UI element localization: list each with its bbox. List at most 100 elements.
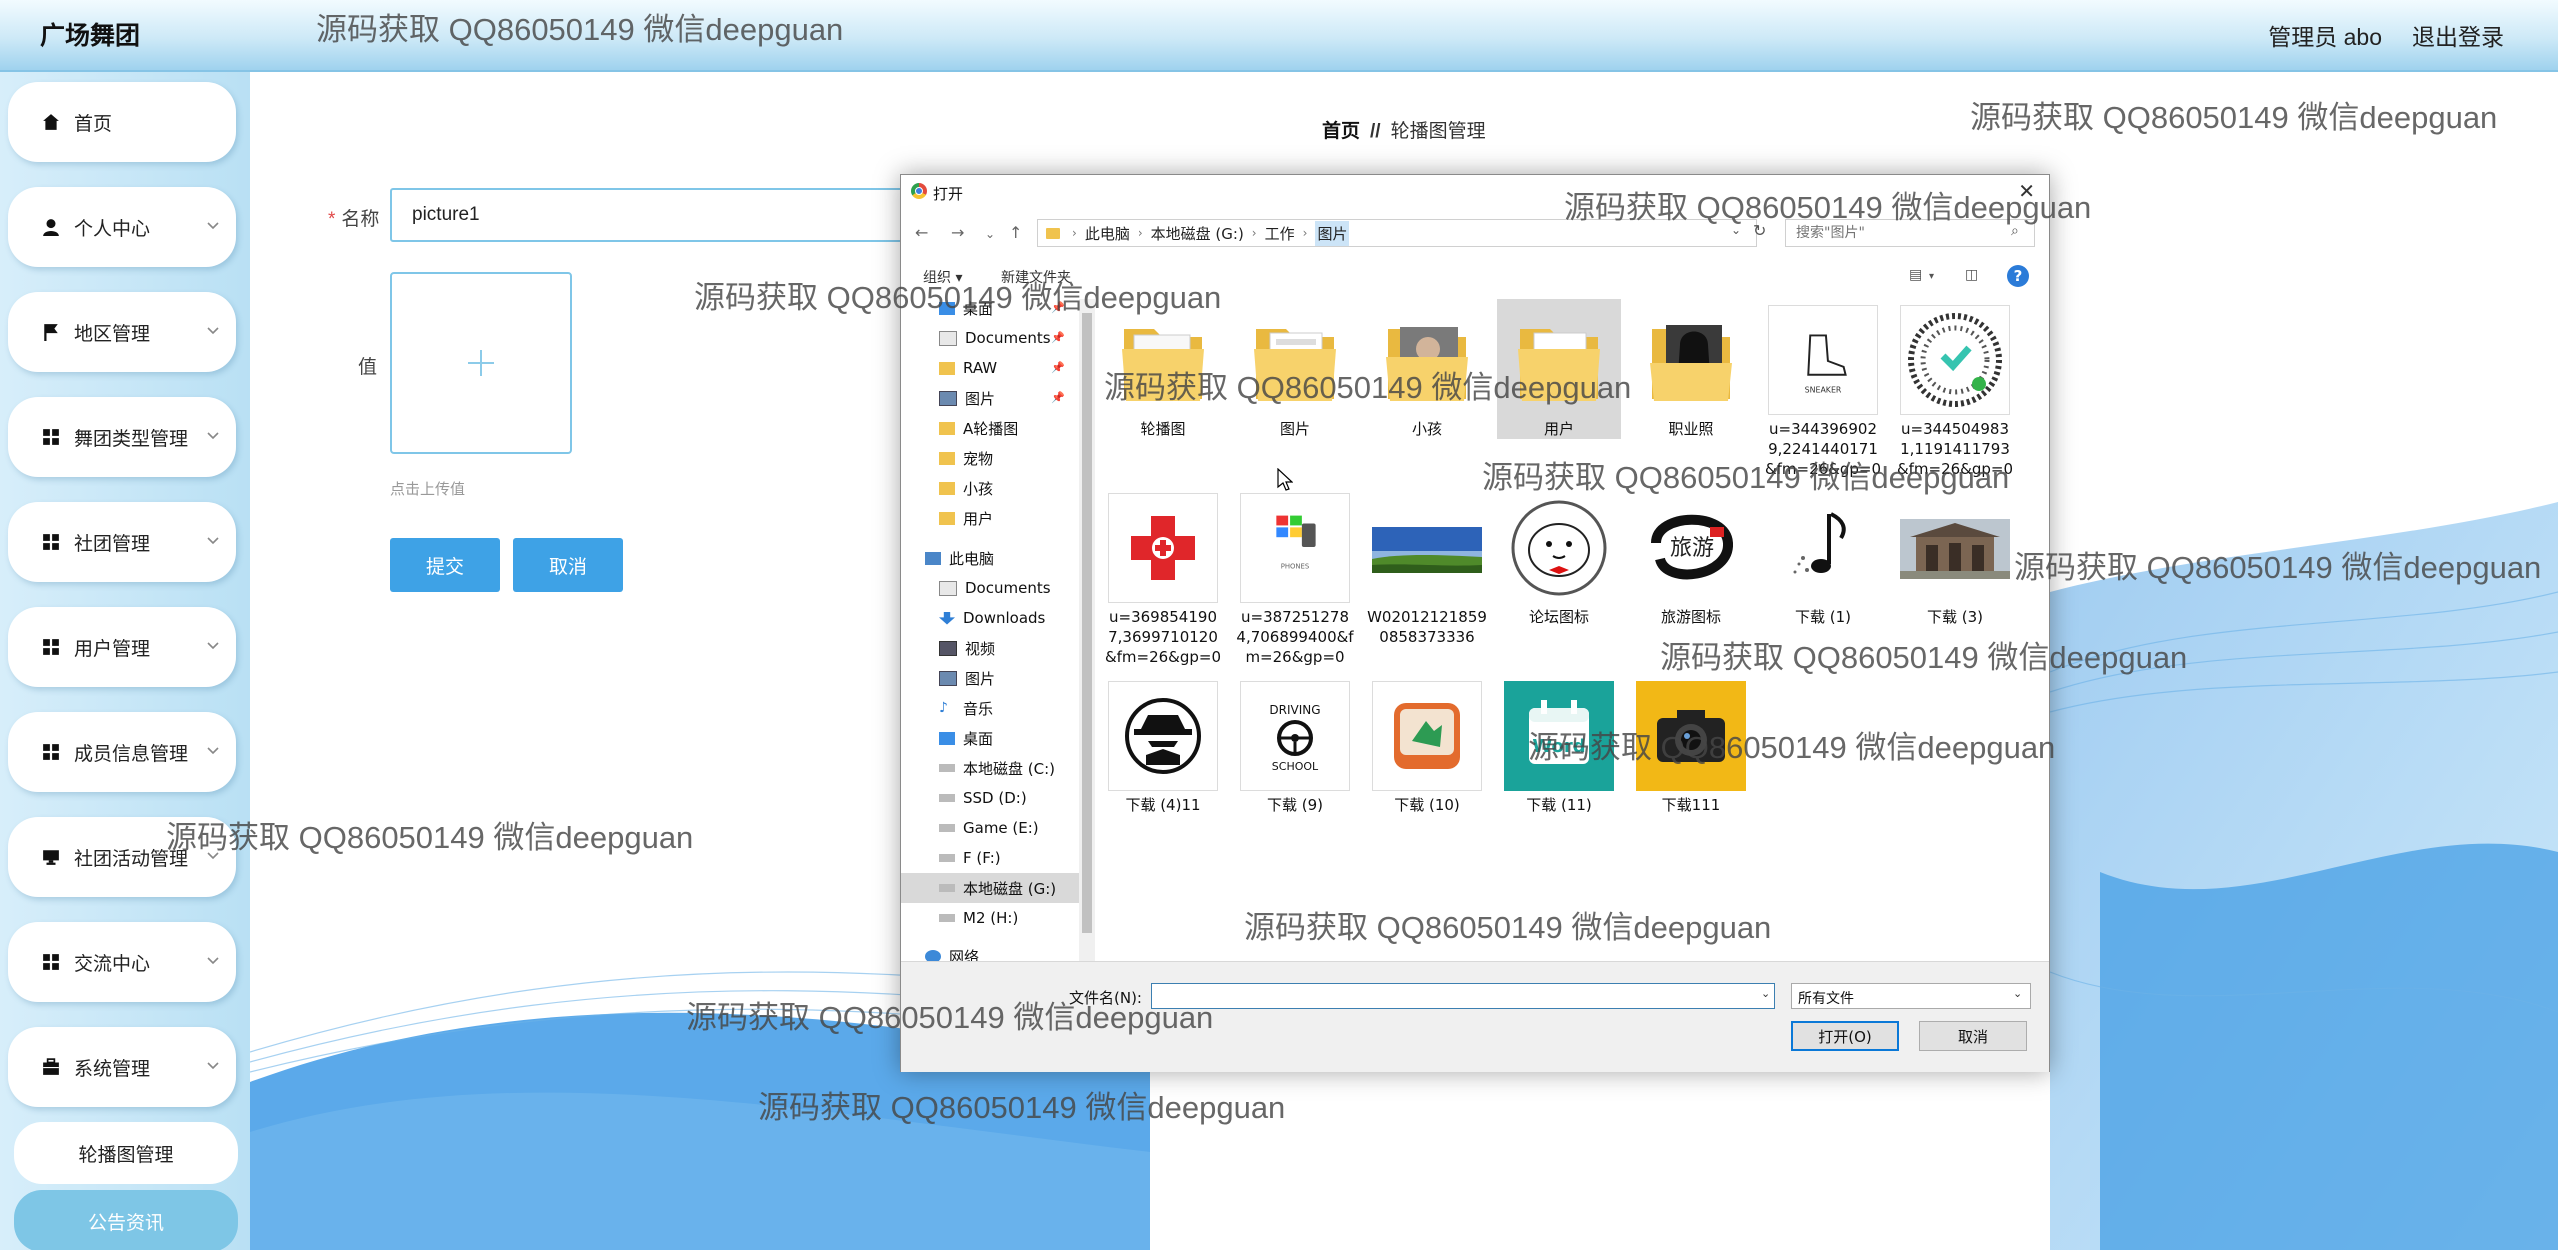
recent-locations-icon[interactable]: ⌄ <box>985 227 995 241</box>
help-icon[interactable]: ? <box>2007 265 2029 287</box>
music-icon: ♪ <box>939 699 948 716</box>
logout-link[interactable]: 退出登录 <box>2412 18 2504 52</box>
sidebar-subitem-announcements[interactable]: 公告资讯 <box>14 1190 238 1250</box>
nav-item-music[interactable]: ♪ 音乐 <box>901 693 1081 723</box>
word-text: Word <box>1532 736 1585 757</box>
file-item[interactable]: 下载111 <box>1629 675 1753 815</box>
back-arrow-icon[interactable]: ← <box>915 223 928 242</box>
sidebar-item-forum[interactable]: 交流中心 <box>8 922 236 1002</box>
nav-item-drive-d[interactable]: SSD (D:) <box>901 783 1081 813</box>
file-name: u=3445049831,1191411793&fm=26&gp=0 <box>1896 420 2014 478</box>
dialog-title: 打开 <box>933 185 964 203</box>
address-bar[interactable]: › 此电脑 › 本地磁盘 (G:) › 工作 › 图片 <box>1037 219 1757 247</box>
spy-image <box>1108 681 1218 791</box>
file-item[interactable]: 小孩 <box>1365 299 1489 439</box>
address-crumb[interactable]: 工作 <box>1265 223 1295 244</box>
sidebar-item-system[interactable]: 系统管理 <box>8 1027 236 1107</box>
chevron-down-icon[interactable]: ⌄ <box>1761 987 1770 1000</box>
nav-item-drive-h[interactable]: M2 (H:) <box>901 903 1081 933</box>
chevron-down-icon[interactable]: ⌄ <box>1731 223 1741 237</box>
cancel-button[interactable]: 取消 <box>513 538 623 592</box>
nav-item-folder[interactable]: A轮播图 <box>901 413 1081 443</box>
folder-icon <box>1254 329 1336 401</box>
submit-button[interactable]: 提交 <box>390 538 500 592</box>
nav-item-desktop[interactable]: 桌面 <box>901 723 1081 753</box>
drive-icon <box>939 884 955 892</box>
chevron-down-icon[interactable]: ⌄ <box>2013 987 2022 1000</box>
refresh-icon[interactable]: ↻ <box>1753 221 1766 240</box>
image-upload-box[interactable] <box>390 272 572 454</box>
nav-item-downloads[interactable]: Downloads <box>901 603 1081 633</box>
nav-item-videos[interactable]: 视频 <box>901 633 1081 663</box>
filetype-select[interactable]: 所有文件 <box>1791 983 2031 1009</box>
up-arrow-icon[interactable]: ↑ <box>1009 223 1022 242</box>
file-item[interactable]: 下载 (10) <box>1365 675 1489 815</box>
file-item[interactable]: DRIVING SCHOOL 下载 (9) <box>1233 675 1357 815</box>
file-item[interactable]: 轮播图 <box>1101 299 1225 439</box>
sidebar-item-label: 交流中心 <box>74 953 151 975</box>
nav-item-drive-c[interactable]: 本地磁盘 (C:) <box>901 753 1081 783</box>
file-item[interactable]: PHONES u=3872512784,706899400&fm=26&gp=0 <box>1233 487 1357 667</box>
building-icon <box>1900 519 2010 579</box>
sidebar-item-home[interactable]: 首页 <box>8 82 236 162</box>
file-item[interactable]: 论坛图标 <box>1497 487 1621 627</box>
sidebar-item-members[interactable]: 成员信息管理 <box>8 712 236 792</box>
breadcrumb-home[interactable]: 首页 <box>1322 121 1360 142</box>
dialog-cancel-button[interactable]: 取消 <box>1919 1021 2027 1051</box>
nav-item-folder[interactable]: 宠物 <box>901 443 1081 473</box>
nav-item-drive-f[interactable]: F (F:) <box>901 843 1081 873</box>
nav-scrollbar[interactable] <box>1079 299 1095 961</box>
forward-arrow-icon[interactable]: → <box>951 223 964 242</box>
file-item[interactable]: 下载 (1) <box>1761 487 1885 627</box>
pin-icon: 📌 <box>1051 391 1065 404</box>
search-input[interactable] <box>1785 219 2035 247</box>
new-folder-button[interactable]: 新建文件夹 <box>1001 267 1071 287</box>
sidebar-item-users[interactable]: 用户管理 <box>8 607 236 687</box>
close-icon[interactable]: ✕ <box>2018 179 2035 203</box>
view-options-icon[interactable]: ▤ <box>1909 267 1922 283</box>
file-item[interactable]: 图片 <box>1233 299 1357 439</box>
file-item[interactable]: u=3445049831,1191411793&fm=26&gp=0 <box>1893 299 2017 479</box>
address-crumb-current[interactable]: 图片 <box>1315 220 1350 246</box>
qrcode-image <box>1900 305 2010 415</box>
orange-app-icon <box>1394 703 1460 769</box>
nav-item-network[interactable]: 网络 <box>901 941 1081 961</box>
nav-item-pictures[interactable]: 图片 <box>901 663 1081 693</box>
file-name: 用户 <box>1543 420 1574 438</box>
file-item[interactable]: SNEAKER u=3443969029,2241440171&fm=26&gp… <box>1761 299 1885 479</box>
chevron-down-icon[interactable]: ▾ <box>1929 271 1934 282</box>
sidebar-item-club[interactable]: 社团管理 <box>8 502 236 582</box>
value-label: 值 <box>358 357 378 378</box>
sidebar-item-region[interactable]: 地区管理 <box>8 292 236 372</box>
scrollbar-thumb[interactable] <box>1082 313 1092 933</box>
file-item[interactable]: 下载 (3) <box>1893 487 2017 627</box>
red-cross-icon <box>1131 516 1195 580</box>
name-input[interactable] <box>390 188 930 242</box>
address-crumb[interactable]: 此电脑 <box>1085 223 1130 244</box>
nav-item-folder[interactable]: 用户 <box>901 503 1081 533</box>
sidebar-item-dance-type[interactable]: 舞团类型管理 <box>8 397 236 477</box>
file-item[interactable]: Word 下载 (11) <box>1497 675 1621 815</box>
file-item[interactable]: 旅游 旅游图标 <box>1629 487 1753 627</box>
file-item-selected[interactable]: 用户 <box>1497 299 1621 439</box>
nav-item-this-pc[interactable]: 此电脑 <box>901 543 1081 573</box>
organize-menu[interactable]: 组织 ▾ <box>923 267 962 287</box>
folder-icon <box>939 481 955 495</box>
plus-icon <box>468 350 494 376</box>
nav-item-drive-g[interactable]: 本地磁盘 (G:) <box>901 873 1081 903</box>
sidebar-item-activities[interactable]: 社团活动管理 <box>8 817 236 897</box>
open-button[interactable]: 打开(O) <box>1791 1021 1899 1051</box>
nav-item-documents[interactable]: Documents <box>901 573 1081 603</box>
filename-input[interactable] <box>1151 983 1775 1009</box>
sidebar-item-personal-center[interactable]: 个人中心 <box>8 187 236 267</box>
file-item[interactable]: W020121218590858373336 <box>1365 487 1489 647</box>
nav-item-drive-e[interactable]: Game (E:) <box>901 813 1081 843</box>
preview-pane-icon[interactable]: ◫ <box>1965 267 1978 283</box>
nav-item-folder[interactable]: 小孩 <box>901 473 1081 503</box>
sidebar-item-label: 舞团类型管理 <box>74 428 189 450</box>
address-crumb[interactable]: 本地磁盘 (G:) <box>1151 223 1244 244</box>
file-item[interactable]: u=3698541907,3699710120&fm=26&gp=0 <box>1101 487 1225 667</box>
sidebar-subitem-carousel[interactable]: 轮播图管理 <box>14 1122 238 1184</box>
file-item[interactable]: 职业照 <box>1629 299 1753 439</box>
file-item[interactable]: 下载 (4)11 <box>1101 675 1225 815</box>
